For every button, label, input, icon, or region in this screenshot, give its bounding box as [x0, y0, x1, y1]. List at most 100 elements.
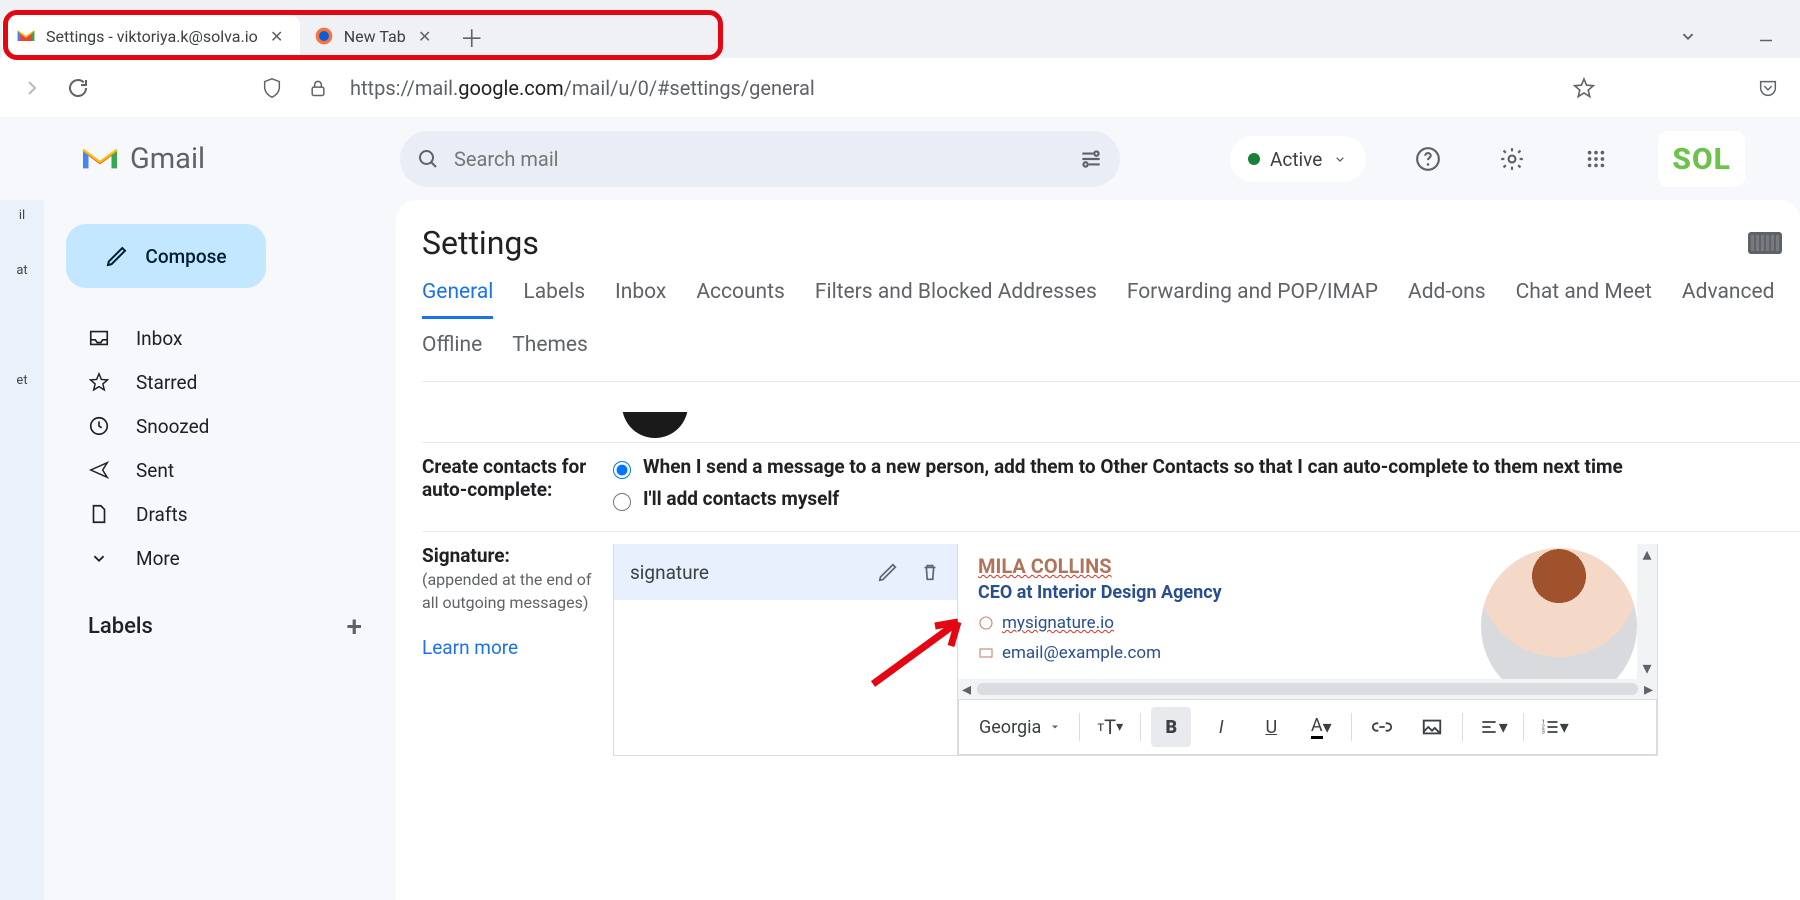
- sidebar-item-drafts[interactable]: Drafts: [66, 492, 384, 536]
- settings-tabs: General Labels Inbox Accounts Filters an…: [422, 280, 1800, 382]
- browser-tab-new[interactable]: New Tab ✕: [300, 14, 448, 58]
- trash-icon[interactable]: [919, 561, 941, 583]
- left-rail: il at et: [0, 200, 44, 900]
- browser-tab-strip: Settings - viktoriya.k@solva.io ✕ New Ta…: [0, 0, 1800, 58]
- support-icon[interactable]: [1406, 137, 1450, 181]
- rail-chat[interactable]: at: [16, 263, 27, 278]
- svg-text:3: 3: [1541, 730, 1544, 736]
- labels-heading: Labels +: [66, 610, 384, 643]
- radio-auto-add-contacts[interactable]: When I send a message to a new person, a…: [613, 455, 1800, 479]
- insert-link-button[interactable]: [1362, 707, 1402, 747]
- chevron-down-icon: [88, 547, 110, 569]
- row-signature: Signature: (appended at the end of all o…: [422, 531, 1800, 768]
- reload-icon[interactable]: [64, 74, 92, 102]
- gmail-logo-icon: [80, 143, 120, 175]
- status-dot-icon: [1248, 153, 1260, 165]
- rail-spaces[interactable]: [20, 318, 23, 333]
- browser-tab-label: Settings - viktoriya.k@solva.io: [46, 27, 258, 46]
- status-pill[interactable]: Active: [1230, 136, 1366, 182]
- radio-input[interactable]: [613, 493, 631, 511]
- learn-more-link[interactable]: Learn more: [422, 636, 518, 659]
- sidebar-item-snoozed[interactable]: Snoozed: [66, 404, 384, 448]
- signature-preview[interactable]: MILA COLLINS CEO at Interior Design Agen…: [958, 544, 1657, 679]
- signature-role: CEO at Interior Design Agency: [978, 582, 1457, 603]
- sidebar: Compose Inbox Starred Snoozed Sent Draft…: [44, 200, 396, 900]
- clock-icon: [88, 415, 110, 437]
- lock-icon[interactable]: [304, 74, 332, 102]
- vertical-scrollbar[interactable]: ▴▾: [1637, 544, 1657, 679]
- bold-button[interactable]: B: [1151, 707, 1191, 747]
- font-size-button[interactable]: тT▾: [1090, 707, 1130, 747]
- tab-addons[interactable]: Add-ons: [1408, 280, 1486, 319]
- radio-input[interactable]: [613, 461, 631, 479]
- pencil-icon: [105, 244, 129, 268]
- tab-accounts[interactable]: Accounts: [696, 280, 785, 319]
- tab-chat[interactable]: Chat and Meet: [1516, 280, 1652, 319]
- globe-icon: [978, 615, 994, 631]
- rail-meet[interactable]: et: [16, 373, 27, 388]
- sidebar-item-inbox[interactable]: Inbox: [66, 316, 384, 360]
- file-icon: [88, 503, 110, 525]
- address-bar: https://mail.google.com/mail/u/0/#settin…: [0, 58, 1800, 118]
- italic-button[interactable]: I: [1201, 707, 1241, 747]
- tab-general[interactable]: General: [422, 280, 493, 319]
- keyboard-icon[interactable]: [1748, 232, 1782, 254]
- compose-button[interactable]: Compose: [66, 224, 266, 288]
- browser-tab-gmail[interactable]: Settings - viktoriya.k@solva.io ✕: [2, 14, 300, 58]
- separator: [1079, 713, 1080, 741]
- apps-grid-icon[interactable]: [1574, 137, 1618, 181]
- underline-button[interactable]: U: [1251, 707, 1291, 747]
- search-bar[interactable]: [400, 131, 1120, 187]
- row-create-contacts: Create contacts for auto-complete: When …: [422, 442, 1800, 531]
- chevron-down-icon: [1332, 151, 1348, 167]
- signature-list: signature: [613, 544, 958, 756]
- rail-mail[interactable]: il: [19, 208, 25, 223]
- avatar: [622, 412, 688, 438]
- separator: [1523, 713, 1524, 741]
- tab-labels[interactable]: Labels: [523, 280, 585, 319]
- signature-email: email@example.com: [978, 643, 1457, 663]
- tab-forwarding[interactable]: Forwarding and POP/IMAP: [1127, 280, 1378, 319]
- shield-icon[interactable]: [258, 74, 286, 102]
- signature-name: MILA COLLINS: [978, 554, 1457, 578]
- align-button[interactable]: ▾: [1473, 707, 1513, 747]
- org-badge[interactable]: SOL: [1658, 131, 1745, 187]
- search-options-icon[interactable]: [1078, 146, 1104, 172]
- font-family-select[interactable]: Georgia: [971, 717, 1069, 738]
- gmail-favicon-icon: [16, 26, 36, 46]
- tab-inbox[interactable]: Inbox: [615, 280, 666, 319]
- edit-icon[interactable]: [877, 561, 899, 583]
- gear-icon[interactable]: [1490, 137, 1534, 181]
- send-icon: [88, 459, 110, 481]
- firefox-favicon-icon: [314, 26, 334, 46]
- bookmark-star-icon[interactable]: [1570, 74, 1598, 102]
- forward-icon[interactable]: [18, 74, 46, 102]
- minimize-icon[interactable]: [1752, 22, 1780, 50]
- signature-avatar: [1481, 548, 1637, 679]
- close-icon[interactable]: ✕: [268, 27, 286, 45]
- tab-advanced[interactable]: Advanced: [1682, 280, 1775, 319]
- sidebar-item-starred[interactable]: Starred: [66, 360, 384, 404]
- radio-add-contacts-myself[interactable]: I'll add contacts myself: [613, 487, 1800, 511]
- gmail-logo[interactable]: Gmail: [80, 142, 360, 176]
- horizontal-scrollbar[interactable]: ◂▸: [958, 679, 1657, 699]
- signature-list-item[interactable]: signature: [614, 544, 957, 600]
- close-icon[interactable]: ✕: [416, 27, 434, 45]
- new-tab-button[interactable]: ＋: [454, 18, 490, 54]
- numbered-list-button[interactable]: 123▾: [1534, 707, 1574, 747]
- tab-filters[interactable]: Filters and Blocked Addresses: [815, 280, 1097, 319]
- page-title: Settings: [422, 224, 539, 262]
- insert-image-button[interactable]: [1412, 707, 1452, 747]
- signature-site: mysignature.io: [978, 613, 1457, 633]
- tab-offline[interactable]: Offline: [422, 333, 482, 369]
- url-display[interactable]: https://mail.google.com/mail/u/0/#settin…: [350, 76, 815, 100]
- browser-tab-label: New Tab: [344, 27, 406, 46]
- chevron-down-icon[interactable]: [1674, 22, 1702, 50]
- text-color-button[interactable]: A▾: [1301, 707, 1341, 747]
- sidebar-item-more[interactable]: More: [66, 536, 384, 580]
- add-label-button[interactable]: +: [346, 610, 362, 643]
- search-input[interactable]: [454, 147, 1064, 171]
- tab-themes[interactable]: Themes: [512, 333, 588, 369]
- sidebar-item-sent[interactable]: Sent: [66, 448, 384, 492]
- pocket-icon[interactable]: [1754, 74, 1782, 102]
